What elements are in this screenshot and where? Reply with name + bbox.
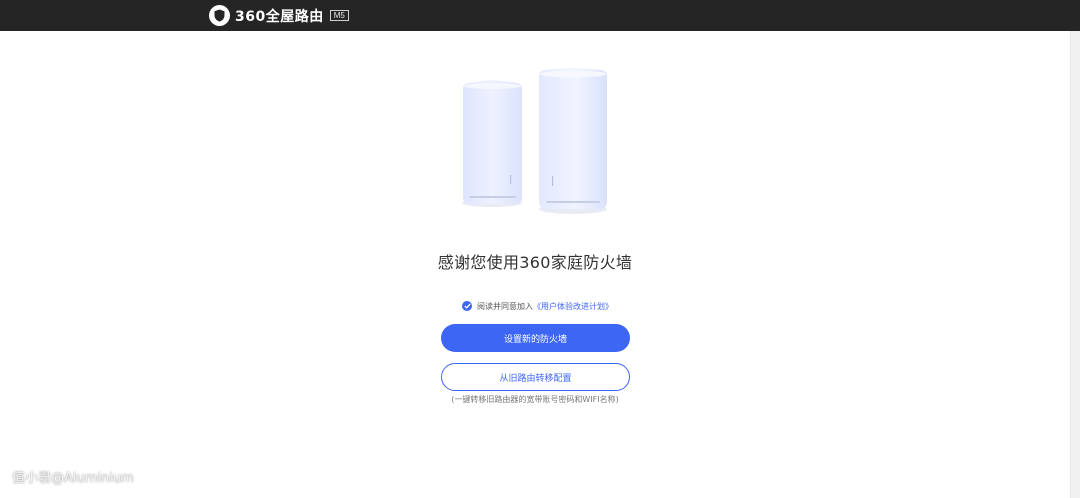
watermark: 值小君@Aluminium <box>12 471 134 486</box>
migrate-from-old-router-button[interactable]: 从旧路由转移配置 <box>441 363 630 391</box>
checkbox-checked-icon[interactable] <box>462 301 472 311</box>
model-badge: M5 <box>329 10 349 21</box>
shield-logo-icon <box>209 5 230 26</box>
brand-name: 360全屋路由 <box>235 8 324 25</box>
agreement-row: 阅读并同意加入 《用户体验改进计划》 <box>462 300 613 312</box>
migrate-hint: (一键转移旧路由器的宽带账号密码和WIFI名称) <box>451 395 619 404</box>
top-bar: 360全屋路由 M5 <box>0 0 1080 31</box>
brand[interactable]: 360全屋路由 M5 <box>209 5 349 26</box>
setup-new-firewall-button[interactable]: 设置新的防火墙 <box>441 324 630 352</box>
agreement-label: 阅读并同意加入 <box>477 301 533 311</box>
user-experience-plan-link[interactable]: 《用户体验改进计划》 <box>533 301 613 312</box>
scrollbar[interactable] <box>1070 31 1080 498</box>
page-title: 感谢您使用360家庭防火墙 <box>437 253 633 272</box>
router-illustration <box>462 68 607 214</box>
